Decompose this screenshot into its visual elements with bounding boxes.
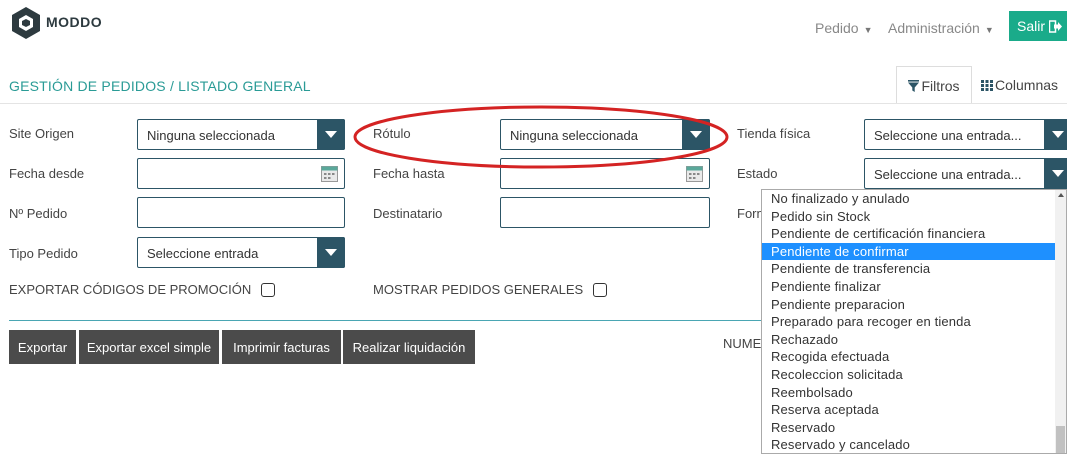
chevron-down-icon xyxy=(317,119,345,150)
scroll-up-arrow-icon[interactable] xyxy=(1058,193,1064,197)
logout-icon xyxy=(1049,19,1063,33)
estado-label: Estado xyxy=(737,166,778,181)
exportar-codigos-option[interactable]: EXPORTAR CÓDIGOS DE PROMOCIÓN xyxy=(9,282,276,297)
tienda-fisica-label: Tienda física xyxy=(737,126,811,141)
columns-icon xyxy=(981,79,993,91)
estado-option[interactable]: Reserva aceptada xyxy=(762,401,1066,419)
dropdown-scrollbar[interactable] xyxy=(1055,190,1066,453)
destinatario-label: Destinatario xyxy=(373,206,443,221)
estado-option[interactable]: Reservado y cancelado xyxy=(762,436,1066,453)
tab-filtros[interactable]: Filtros xyxy=(896,66,972,104)
tab-columnas-label: Columnas xyxy=(995,77,1059,93)
estado-option[interactable]: Pendiente de confirmar xyxy=(762,242,1066,261)
num-pedido-label: Nº Pedido xyxy=(9,206,68,221)
chevron-down-icon xyxy=(682,119,710,150)
estado-option[interactable]: Pendiente de transferencia xyxy=(762,260,1066,278)
mostrar-generales-option[interactable]: MOSTRAR PEDIDOS GENERALES xyxy=(373,282,608,297)
chevron-down-icon xyxy=(1044,158,1067,189)
site-origen-value: Ninguna seleccionada xyxy=(147,128,275,143)
estado-value: Seleccione una entrada... xyxy=(874,167,1022,182)
fecha-desde-label: Fecha desde xyxy=(9,166,85,181)
tab-filtros-label: Filtros xyxy=(921,77,960,94)
estado-options: No finalizado y anulado Pedido sin Stock P… xyxy=(762,190,1066,453)
title-divider xyxy=(0,103,1067,104)
exportar-button[interactable]: Exportar xyxy=(9,330,76,364)
estado-option[interactable]: Rechazado xyxy=(762,331,1066,349)
rotulo-label: Rótulo xyxy=(373,126,411,141)
site-origen-label: Site Origen xyxy=(9,126,75,141)
chevron-down-icon xyxy=(1044,119,1067,150)
mostrar-generales-label: MOSTRAR PEDIDOS GENERALES xyxy=(373,282,584,297)
estado-dropdown-list[interactable]: No finalizado y anulado Pedido sin Stock P… xyxy=(761,189,1067,454)
mostrar-generales-checkbox[interactable] xyxy=(593,282,608,297)
filter-icon xyxy=(908,79,920,92)
estado-option[interactable]: Recoleccion solicitada xyxy=(762,366,1066,384)
calendar-icon[interactable] xyxy=(321,165,338,182)
logo-icon xyxy=(12,7,40,39)
salir-label: Salir xyxy=(1017,18,1046,34)
rotulo-value: Ninguna seleccionada xyxy=(510,128,638,143)
page-title: GESTIÓN DE PEDIDOS / LISTADO GENERAL xyxy=(9,78,311,94)
tab-columnas[interactable]: Columnas xyxy=(975,66,1067,104)
estado-option[interactable]: Reservado xyxy=(762,419,1066,437)
estado-option[interactable]: No finalizado y anulado xyxy=(762,190,1066,208)
estado-option[interactable]: Reembolsado xyxy=(762,384,1066,402)
rotulo-select[interactable]: Ninguna seleccionada xyxy=(500,119,710,150)
caret-down-icon: ▼ xyxy=(863,25,873,35)
tienda-fisica-value: Seleccione una entrada... xyxy=(874,128,1022,143)
site-origen-select[interactable]: Ninguna seleccionada xyxy=(137,119,345,150)
estado-option[interactable]: Pendiente de certificación financiera xyxy=(762,225,1066,243)
tipo-pedido-value: Seleccione entrada xyxy=(147,246,259,261)
calendar-icon[interactable] xyxy=(686,165,703,182)
tipo-pedido-label: Tipo Pedido xyxy=(9,246,78,261)
fecha-desde-input[interactable] xyxy=(137,158,345,189)
estado-option[interactable]: Pendiente finalizar xyxy=(762,278,1066,296)
exportar-excel-button[interactable]: Exportar excel simple xyxy=(79,330,219,364)
salir-button[interactable]: Salir xyxy=(1009,11,1067,41)
estado-option[interactable]: Pendiente preparacion xyxy=(762,296,1066,314)
nav-administracion-menu[interactable]: Administración ▼ xyxy=(888,20,994,36)
nav-admin-label: Administración xyxy=(888,20,980,36)
logo-text: MODDO xyxy=(46,14,103,30)
estado-select[interactable]: Seleccione una entrada... xyxy=(864,158,1067,189)
imprimir-facturas-button[interactable]: Imprimir facturas xyxy=(222,330,341,364)
caret-down-icon: ▼ xyxy=(984,25,994,35)
scrollbar-thumb[interactable] xyxy=(1056,426,1065,453)
exportar-codigos-label: EXPORTAR CÓDIGOS DE PROMOCIÓN xyxy=(9,282,252,297)
realizar-liquidacion-button[interactable]: Realizar liquidación xyxy=(343,330,475,364)
exportar-codigos-checkbox[interactable] xyxy=(261,282,276,297)
estado-option[interactable]: Preparado para recoger en tienda xyxy=(762,313,1066,331)
fecha-hasta-label: Fecha hasta xyxy=(373,166,445,181)
estado-option[interactable]: Recogida efectuada xyxy=(762,348,1066,366)
chevron-down-icon xyxy=(317,237,345,268)
nav-pedido-label: Pedido xyxy=(815,20,859,36)
tienda-fisica-select[interactable]: Seleccione una entrada... xyxy=(864,119,1067,150)
fecha-hasta-input[interactable] xyxy=(500,158,710,189)
numero-label: NUME xyxy=(723,336,762,351)
tipo-pedido-select[interactable]: Seleccione entrada xyxy=(137,237,345,268)
estado-option[interactable]: Pedido sin Stock xyxy=(762,208,1066,226)
nav-pedido-menu[interactable]: Pedido ▼ xyxy=(815,20,873,36)
destinatario-input[interactable] xyxy=(500,197,710,228)
num-pedido-input[interactable] xyxy=(137,197,345,228)
